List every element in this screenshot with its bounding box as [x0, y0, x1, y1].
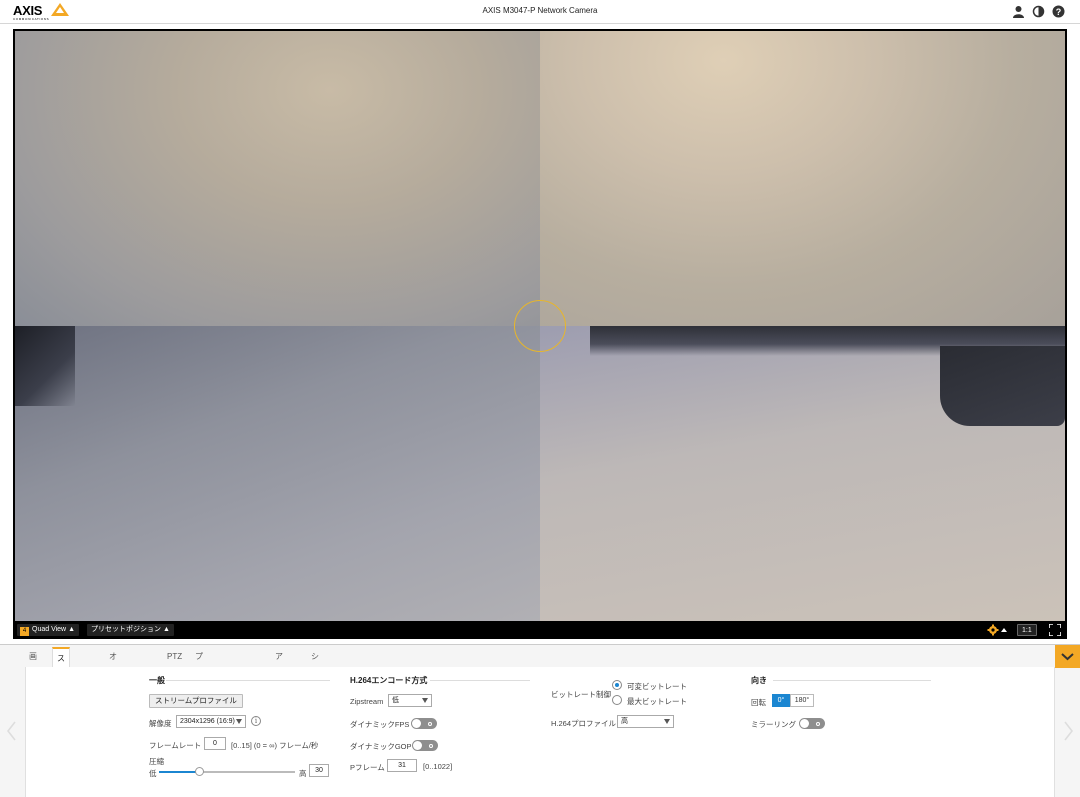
chevron-down-icon	[1061, 653, 1074, 661]
dynamic-fps-label: ダイナミックFPS	[350, 720, 410, 729]
rotation-label: 回転	[751, 698, 766, 707]
logo-subtitle: COMMUNICATIONS	[13, 17, 50, 21]
framerate-hint: [0..15] (0 = ∞) フレーム/秒	[231, 741, 319, 750]
toggle-off-icon	[429, 743, 433, 748]
dynamic-gop-label: ダイナミックGOP	[350, 742, 412, 751]
tab-overlay[interactable]: オーバーレイ	[105, 647, 121, 761]
compression-input[interactable]: 30	[309, 764, 329, 777]
dynamic-gop-toggle[interactable]	[412, 740, 438, 751]
dropdown-arrow-icon	[422, 698, 428, 703]
preset-position-button[interactable]: プリセットポジション ▲	[87, 624, 174, 636]
general-section-title: 一般	[149, 676, 165, 685]
toggle-knob	[800, 719, 809, 728]
toggle-knob	[413, 741, 422, 750]
framerate-input[interactable]: 0	[204, 737, 226, 750]
tab-system[interactable]: システム	[307, 647, 323, 721]
mirroring-label: ミラーリング	[751, 720, 796, 729]
dropdown-arrow-icon	[664, 719, 670, 724]
view-count-badge: 4	[20, 627, 29, 636]
tab-stream[interactable]: ストリーム	[52, 647, 70, 743]
section-divider	[166, 680, 330, 681]
tab-image[interactable]: 画像	[25, 647, 41, 681]
rotation-0-button[interactable]: 0°	[772, 694, 790, 707]
chevron-left-icon[interactable]	[5, 719, 19, 743]
info-icon[interactable]: i	[251, 716, 261, 726]
scene-shadow	[15, 326, 75, 406]
radio-variable-bitrate[interactable]	[612, 680, 622, 690]
video-quadrant-top-right[interactable]	[540, 31, 1065, 326]
resolution-select[interactable]: 2304x1296 (16:9)	[176, 715, 246, 728]
rotation-180-button[interactable]: 180°	[790, 694, 814, 707]
h264-profile-select[interactable]: 高	[617, 715, 674, 728]
compression-slider-fill	[159, 771, 200, 773]
collapse-panel-button[interactable]	[1055, 645, 1080, 668]
dynamic-fps-toggle[interactable]	[411, 718, 437, 729]
toggle-off-icon	[428, 721, 432, 726]
aspect-ratio-button[interactable]: 1:1	[1017, 624, 1037, 636]
video-quadrant-bottom-right[interactable]	[540, 326, 1065, 621]
variable-bitrate-label: 可変ビットレート	[627, 682, 687, 691]
app-title: AXIS M3047-P Network Camera	[482, 6, 598, 15]
pframe-input[interactable]: 31	[387, 759, 417, 772]
pframe-hint: [0..1022]	[423, 762, 453, 771]
resolution-label: 解像度	[149, 719, 172, 728]
section-divider	[430, 680, 530, 681]
gear-icon[interactable]	[987, 624, 1007, 636]
h264-section-title: H.264エンコード方式	[350, 676, 428, 685]
h264-profile-value: 高	[621, 718, 628, 725]
video-quadrant-bottom-left[interactable]	[15, 326, 540, 621]
user-icon[interactable]	[1012, 5, 1025, 18]
settings-panel: 画像 ストリーム オーバーレイ PTZ プライバシーマスク アプリ システム 一…	[0, 644, 1080, 797]
fullscreen-icon[interactable]	[1049, 624, 1061, 636]
orientation-section-title: 向き	[751, 676, 767, 685]
pframe-label: Pフレーム	[350, 763, 385, 772]
toggle-off-icon	[816, 721, 820, 726]
help-icon[interactable]: ?	[1052, 5, 1065, 18]
live-video-view[interactable]: 4 Quad View ▲ プリセットポジション ▲ 1:1	[13, 29, 1067, 639]
compression-high-label: 高	[299, 769, 307, 778]
caret-up-icon: ▲	[162, 626, 170, 633]
caret-up-icon: ▲	[68, 626, 76, 633]
section-divider	[773, 680, 931, 681]
tab-ptz[interactable]: PTZ	[163, 647, 186, 667]
resolution-value: 2304x1296 (16:9)	[180, 718, 235, 725]
svg-text:?: ?	[1056, 7, 1062, 17]
compression-low-label: 低	[149, 769, 157, 778]
stream-profile-button[interactable]: ストリームプロファイル	[149, 694, 243, 708]
stream-settings-content: 一般 ストリームプロファイル 解像度 2304x1296 (16:9) i フレ…	[25, 667, 1055, 797]
maximum-bitrate-label: 最大ビットレート	[627, 697, 687, 706]
ptz-center-marker[interactable]	[514, 300, 566, 352]
dropdown-arrow-icon	[236, 719, 242, 724]
bitrate-control-label: ビットレート制御	[551, 690, 611, 699]
zipstream-value: 低	[392, 697, 399, 704]
preset-position-label: プリセットポジション	[91, 626, 161, 633]
contrast-icon[interactable]	[1032, 5, 1045, 18]
h264-profile-label: H.264プロファイル	[551, 719, 617, 728]
tab-apps[interactable]: アプリ	[271, 647, 287, 701]
video-quadrant-top-left[interactable]	[15, 31, 540, 326]
chevron-right-icon[interactable]	[1061, 719, 1075, 743]
compression-slider[interactable]	[159, 767, 295, 776]
framerate-label: フレームレート	[149, 741, 202, 750]
compression-slider-thumb[interactable]	[194, 767, 204, 776]
tab-privacy-mask[interactable]: プライバシーマスク	[191, 647, 207, 797]
header-bar: AXIS COMMUNICATIONS AXIS M3047-P Network…	[0, 0, 1080, 24]
scene-object	[940, 346, 1065, 426]
mirroring-toggle[interactable]	[799, 718, 825, 729]
compression-label: 圧縮	[149, 757, 164, 766]
zipstream-label: Zipstream	[350, 697, 384, 706]
radio-maximum-bitrate[interactable]	[612, 695, 622, 705]
quad-view-button[interactable]: 4 Quad View ▲	[17, 624, 80, 636]
quad-view-label: Quad View	[32, 626, 67, 633]
zipstream-select[interactable]: 低	[388, 694, 432, 707]
toggle-knob	[412, 719, 421, 728]
video-toolbar: 4 Quad View ▲ プリセットポジション ▲ 1:1	[15, 621, 1065, 638]
